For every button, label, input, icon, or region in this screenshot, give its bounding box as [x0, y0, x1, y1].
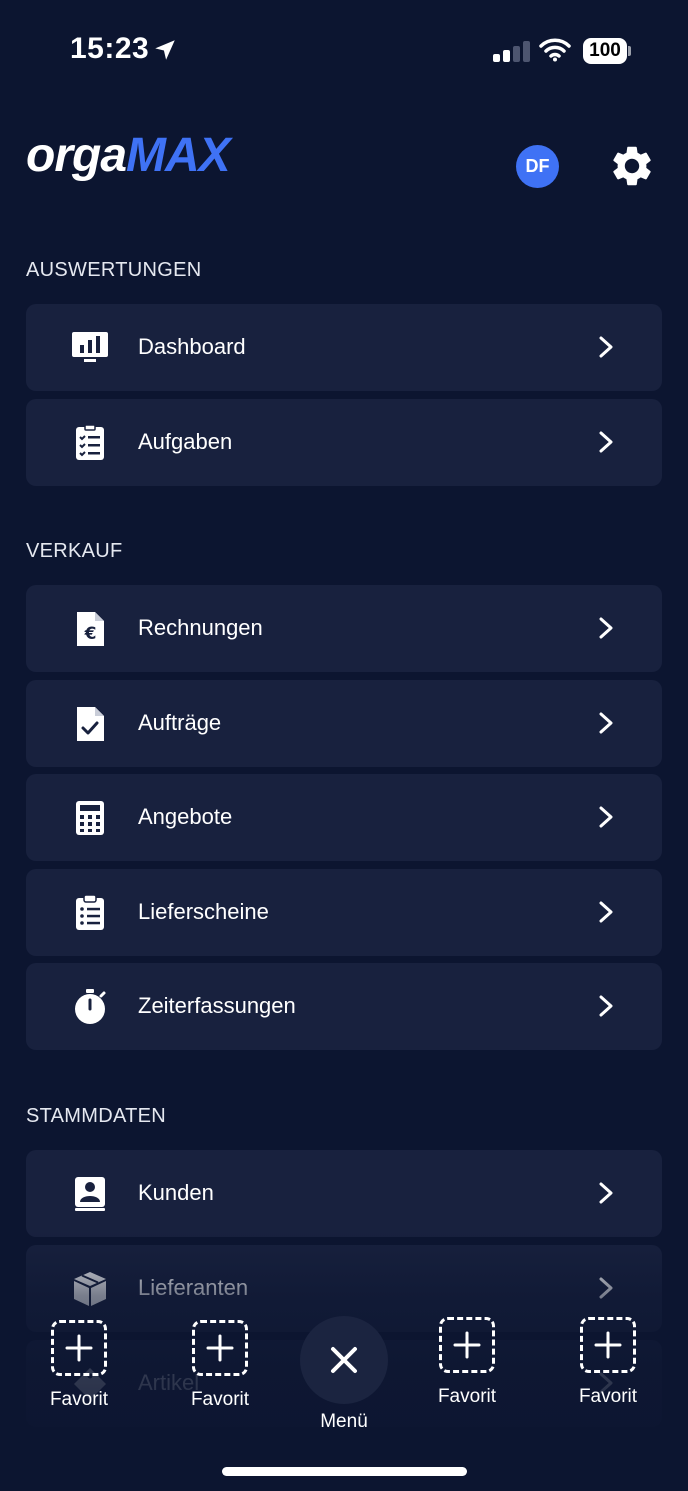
favorite-slot-4[interactable]: Favorit — [558, 1317, 658, 1408]
checklist-icon — [76, 424, 104, 460]
favorite-label: Favorit — [437, 1386, 497, 1407]
chevron-right-icon — [599, 712, 613, 734]
status-bar: 15:23 100 — [0, 0, 688, 100]
favorite-slot-2[interactable]: Favorit — [170, 1320, 270, 1411]
section-title-auswertungen: AUSWERTUNGEN — [26, 259, 202, 281]
chevron-right-icon — [599, 336, 613, 358]
calculator-icon — [76, 801, 104, 835]
favorite-slot-1[interactable]: Favorit — [29, 1320, 129, 1411]
cellular-signal-icon — [493, 40, 530, 62]
favorite-label: Favorit — [49, 1389, 109, 1410]
section-title-stammdaten: STAMMDATEN — [26, 1105, 167, 1127]
favorite-label: Favorit — [190, 1389, 250, 1410]
menu-item-aufgaben[interactable]: Aufgaben — [26, 399, 662, 486]
menu-item-label: Angebote — [138, 804, 233, 829]
wifi-icon — [539, 38, 571, 62]
contact-book-icon — [75, 1177, 105, 1211]
menu-item-label: Lieferscheine — [138, 899, 269, 924]
check-document-icon — [77, 707, 104, 741]
box-icon — [74, 1272, 106, 1306]
menu-item-label: Zeiterfassungen — [138, 993, 296, 1018]
battery-tip — [628, 46, 631, 56]
favorite-label: Favorit — [578, 1386, 638, 1407]
add-favorite-icon — [580, 1317, 636, 1373]
favorite-slot-3[interactable]: Favorit — [417, 1317, 517, 1408]
orgamax-logo: orgaMAX — [26, 128, 231, 183]
menu-label: Menü — [320, 1411, 368, 1432]
chevron-right-icon — [599, 617, 613, 639]
chevron-right-icon — [599, 995, 613, 1017]
menu-item-angebote[interactable]: Angebote — [26, 774, 662, 861]
status-time: 15:23 — [70, 32, 150, 65]
menu-item-auftraege[interactable]: Aufträge — [26, 680, 662, 767]
add-favorite-icon — [192, 1320, 248, 1376]
stopwatch-icon — [75, 989, 106, 1024]
menu-item-label: Dashboard — [138, 334, 246, 359]
battery-indicator: 100 — [583, 38, 627, 64]
svg-text:€: € — [84, 624, 97, 644]
chevron-right-icon — [599, 431, 613, 453]
clipboard-list-icon — [76, 894, 104, 930]
menu-item-kunden[interactable]: Kunden — [26, 1150, 662, 1237]
menu-item-label: Rechnungen — [138, 615, 263, 640]
menu-item-label: Aufträge — [138, 710, 222, 735]
home-indicator[interactable] — [222, 1467, 467, 1476]
logo-part-max: MAX — [126, 129, 231, 182]
chevron-right-icon — [599, 1277, 613, 1299]
chevron-right-icon — [599, 1182, 613, 1204]
menu-item-label: Lieferanten — [138, 1275, 249, 1300]
section-title-verkauf: VERKAUF — [26, 540, 123, 562]
menu-close-button[interactable] — [300, 1316, 388, 1404]
add-favorite-icon — [439, 1317, 495, 1373]
logo-part-orga: orga — [26, 129, 127, 182]
euro-document-icon: € — [77, 612, 104, 646]
menu-item-label: Aufgaben — [138, 429, 233, 454]
menu-item-zeiterfassungen[interactable]: Zeiterfassungen — [26, 963, 662, 1050]
menu-item-label: Kunden — [138, 1180, 214, 1205]
dashboard-chart-icon — [72, 332, 108, 362]
close-icon — [331, 1347, 357, 1373]
location-arrow-icon — [155, 40, 175, 60]
chevron-right-icon — [599, 901, 613, 923]
add-favorite-icon — [51, 1320, 107, 1376]
user-avatar[interactable]: DF — [516, 145, 559, 188]
gear-icon[interactable] — [608, 142, 656, 190]
menu-item-lieferscheine[interactable]: Lieferscheine — [26, 869, 662, 956]
menu-item-dashboard[interactable]: Dashboard — [26, 304, 662, 391]
menu-item-rechnungen[interactable]: € Rechnungen — [26, 585, 662, 672]
chevron-right-icon — [599, 806, 613, 828]
